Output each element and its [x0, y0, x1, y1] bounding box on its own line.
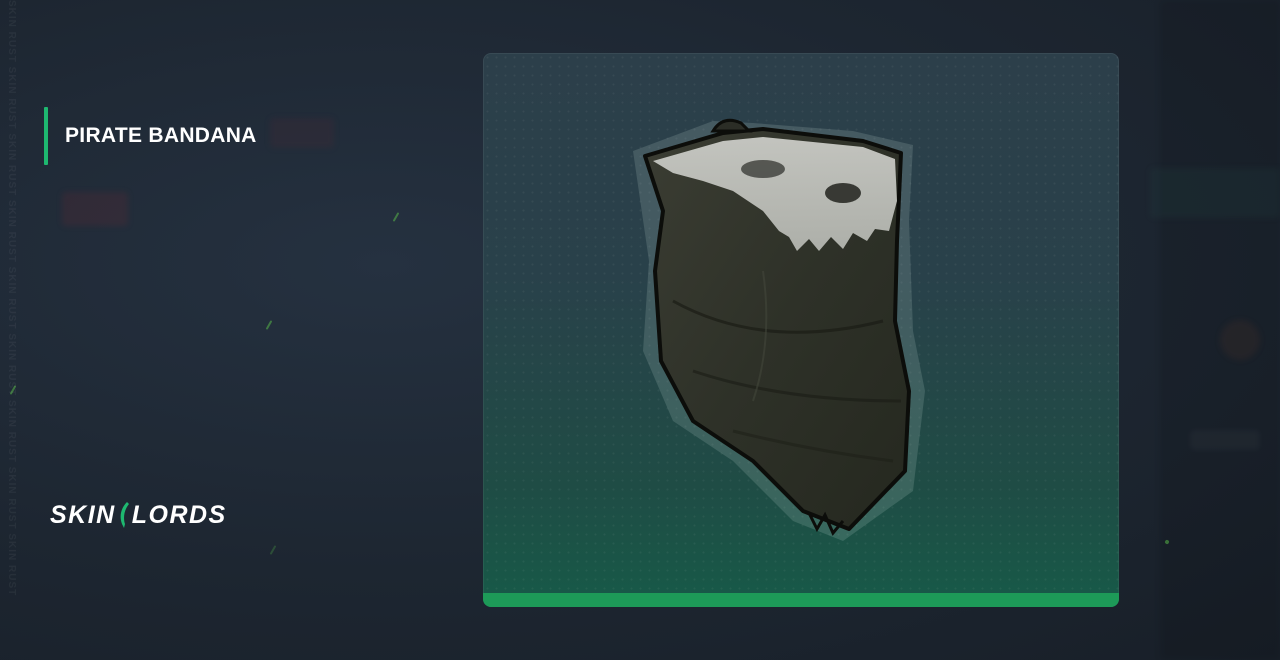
background-blur-shape	[1190, 430, 1260, 450]
background-blur-shape	[1220, 320, 1260, 360]
rarity-bar	[483, 593, 1119, 607]
logo-text-lords: LORDS	[131, 501, 227, 529]
title-accent-bar	[44, 107, 48, 165]
decorative-speck	[269, 545, 277, 555]
decorative-speck	[392, 212, 400, 222]
item-title: PIRATE BANDANA	[65, 124, 257, 147]
skinlords-logo: SKIN LORDS	[50, 500, 227, 530]
logo-text-skin: SKIN	[50, 501, 116, 529]
background-blur-shape	[270, 118, 334, 148]
side-watermark: SKIN RUST SKIN RUST SKIN RUST SKIN RUST …	[6, 0, 20, 660]
decorative-speck	[265, 320, 273, 330]
item-title-block: PIRATE BANDANA	[44, 107, 257, 165]
background-blur-shape	[1150, 168, 1280, 218]
logo-blade-icon	[120, 502, 129, 528]
watermark-text: SKIN RUST SKIN RUST SKIN RUST SKIN RUST …	[6, 0, 17, 597]
background-shade	[1160, 0, 1280, 660]
background-blur-shape	[62, 192, 128, 226]
pirate-bandana-icon	[633, 118, 925, 541]
item-card	[483, 53, 1119, 607]
item-showcase: SKIN RUST SKIN RUST SKIN RUST SKIN RUST …	[0, 0, 1280, 660]
